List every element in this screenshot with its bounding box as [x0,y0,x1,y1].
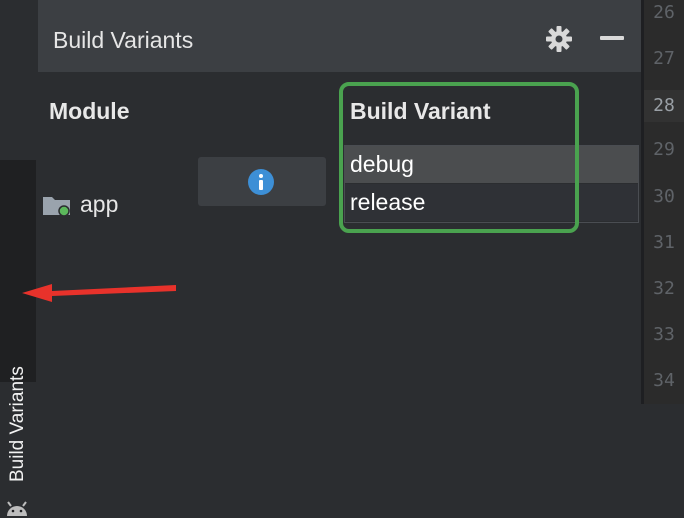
line-number: 34 [653,370,675,391]
minimize-icon[interactable] [600,36,624,40]
line-number: 31 [653,232,675,253]
line-number: 33 [653,324,675,345]
panel-title: Build Variants [53,27,194,53]
line-number: 26 [653,2,675,23]
module-name-app: app [80,191,119,217]
module-column-header: Module [49,98,130,124]
module-info-button[interactable] [198,157,326,206]
editor-line-gutter: 26 27 28 29 30 31 32 33 34 [644,0,684,404]
folder-module-icon [43,197,70,217]
line-number: 27 [653,48,675,69]
info-icon [248,169,274,195]
side-tab-label: Build Variants [7,366,28,482]
android-icon [7,501,27,516]
line-number: 32 [653,278,675,299]
annotation-highlight-box [339,82,579,233]
panel-header: Build Variants [38,0,641,72]
line-number-current: 28 [644,90,684,122]
left-tool-strip: Build Variants [0,0,36,516]
line-number: 30 [653,186,675,207]
annotation-arrow [22,284,176,302]
gear-icon[interactable] [545,25,573,53]
line-number: 29 [653,139,675,160]
